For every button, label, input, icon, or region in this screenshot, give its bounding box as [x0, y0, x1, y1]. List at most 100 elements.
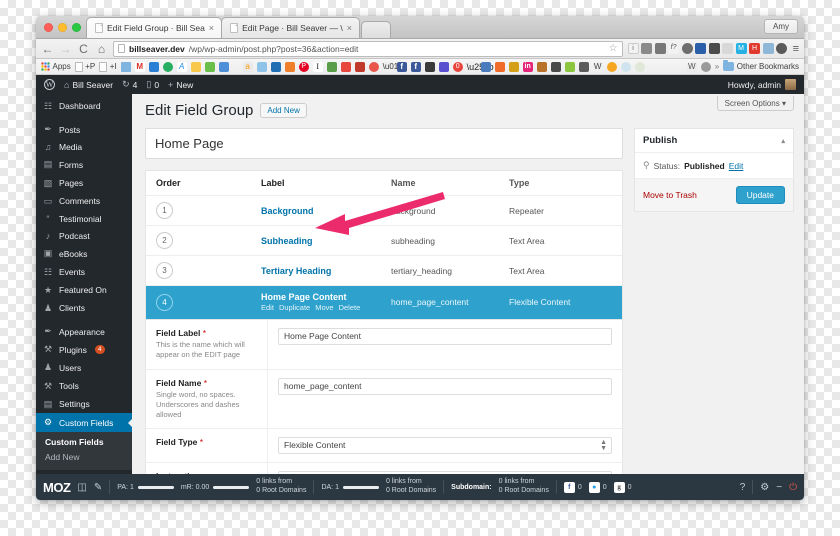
purple-heart-icon[interactable] — [438, 61, 449, 72]
folder-icon[interactable] — [120, 61, 131, 72]
browser-tab-2[interactable]: Edit Page · Bill Seaver — \ × — [221, 17, 360, 38]
googleplus-share-count[interactable]: g 0 — [613, 481, 632, 493]
github-icon[interactable]: \u25cb — [466, 61, 494, 72]
gray-dot-icon[interactable] — [700, 61, 711, 72]
bookmark-plus-p[interactable]: +P — [74, 61, 95, 72]
close-tab-icon[interactable]: × — [347, 23, 352, 33]
gray-icon[interactable] — [578, 61, 589, 72]
back-icon[interactable]: ← — [41, 43, 54, 55]
submenu-item-custom-fields[interactable]: Custom Fields — [36, 435, 132, 450]
sidebar-item-custom-fields[interactable]: ⚙ Custom Fields — [36, 413, 132, 432]
linkedin-icon[interactable]: in — [522, 61, 533, 72]
dark-red-icon[interactable] — [354, 61, 365, 72]
field-label-input[interactable]: Home Page Content — [278, 328, 612, 346]
mail-icon[interactable]: M — [735, 43, 747, 55]
grid-icon[interactable] — [722, 43, 734, 55]
updates-indicator[interactable]: ↻ 4 — [122, 79, 137, 90]
gmail-icon[interactable]: M — [134, 61, 145, 72]
row-action-delete[interactable]: Delete — [339, 303, 361, 312]
chrome-icon[interactable] — [606, 61, 617, 72]
sidebar-item-plugins[interactable]: ⚒ Plugins 4 — [36, 341, 132, 359]
instructions-textarea[interactable] — [278, 470, 612, 475]
clock-icon[interactable] — [681, 43, 693, 55]
sidebar-item-tools[interactable]: ⚒ Tools — [36, 377, 132, 395]
highlighter-icon[interactable]: ✎ — [94, 482, 102, 493]
sidebar-item-forms[interactable]: ▤ Forms — [36, 156, 132, 174]
field-group-title-input[interactable]: Home Page — [145, 128, 623, 160]
site-name-menu[interactable]: ⌂ Bill Seaver — [64, 80, 113, 90]
reload-icon[interactable]: C — [77, 43, 90, 55]
gear-icon[interactable]: ⚙ — [760, 482, 769, 493]
table-row[interactable]: 3 Tertiary Heading tertiary_heading Text… — [146, 256, 622, 287]
analytics-icon[interactable]: A — [176, 61, 187, 72]
font-icon[interactable]: f? — [668, 43, 680, 55]
buffer-icon[interactable] — [424, 61, 435, 72]
field-type-select[interactable]: Flexible Content ▲ ▼ — [278, 436, 612, 454]
window-icon[interactable] — [762, 43, 774, 55]
address-bar[interactable]: billseaver.dev/wp/wp-admin/post.php?post… — [113, 40, 623, 57]
chrome-profile-button[interactable]: Amy — [764, 19, 798, 34]
dark-icon[interactable] — [550, 61, 561, 72]
add-new-button[interactable]: Add New — [260, 103, 307, 119]
pale-green-icon[interactable] — [634, 61, 645, 72]
bird-icon[interactable] — [218, 61, 229, 72]
forward-icon[interactable]: → — [59, 43, 72, 55]
page-info-icon[interactable] — [118, 44, 125, 54]
info-icon[interactable]: i — [627, 43, 639, 55]
account-menu[interactable]: Howdy, admin — [728, 79, 796, 91]
briefcase-icon[interactable] — [536, 61, 547, 72]
field-label-link[interactable]: Tertiary Heading — [261, 266, 331, 276]
cd-icon[interactable] — [368, 61, 379, 72]
sidebar-item-testimonial[interactable]: “ Testimonial — [36, 210, 132, 227]
timer-icon[interactable] — [776, 43, 788, 55]
sidebar-item-media[interactable]: ♫ Media — [36, 139, 132, 156]
hubspot-icon[interactable]: H — [749, 43, 761, 55]
cloud-icon[interactable] — [256, 61, 267, 72]
blue-shield-icon[interactable] — [480, 61, 491, 72]
blue-doc-icon[interactable] — [270, 61, 281, 72]
submenu-item-add-new[interactable]: Add New — [36, 450, 132, 465]
field-label-link[interactable]: Home Page Content — [261, 292, 347, 302]
sidebar-item-posts[interactable]: ✒ Posts — [36, 120, 132, 138]
sidebar-item-events[interactable]: ☷ Events — [36, 263, 132, 281]
wp2-icon[interactable]: W — [686, 61, 697, 72]
maximize-window-button[interactable] — [72, 23, 81, 32]
row-action-move[interactable]: Move — [315, 303, 333, 312]
bookmark-plus-i[interactable]: +I — [99, 61, 117, 72]
light-blue-icon[interactable] — [620, 61, 631, 72]
drive-icon[interactable] — [190, 61, 201, 72]
red-shield-icon[interactable] — [340, 61, 351, 72]
kickstarter-icon[interactable] — [508, 61, 519, 72]
sidebar-item-podcast[interactable]: ♪ Podcast — [36, 228, 132, 245]
facebook-share-count[interactable]: f 0 — [563, 481, 582, 493]
calendar-icon[interactable] — [148, 61, 159, 72]
page-analysis-icon[interactable]: ◫ — [77, 482, 86, 493]
script-icon[interactable]: \u0192 — [382, 61, 407, 72]
orange-icon[interactable] — [284, 61, 295, 72]
image-icon[interactable] — [695, 43, 707, 55]
orange2-icon[interactable] — [494, 61, 505, 72]
sidebar-item-featured-on[interactable]: ★ Featured On — [36, 281, 132, 299]
other-bookmarks-folder[interactable]: Other Bookmarks — [723, 60, 799, 72]
sidebar-item-pages[interactable]: ▧ Pages — [36, 174, 132, 192]
sidebar-item-dashboard[interactable]: ☷ Dashboard — [36, 97, 132, 115]
amazon-icon[interactable]: a — [242, 61, 253, 72]
sidebar-item-users[interactable]: ♟ Users — [36, 359, 132, 377]
anchor-icon[interactable] — [654, 43, 666, 55]
table-row[interactable]: 2 Subheading subheading Text Area — [146, 226, 622, 257]
red-circle-icon[interactable]: 0 — [452, 61, 463, 72]
bookmarks-overflow-icon[interactable]: » — [715, 62, 719, 71]
sidebar-item-clients[interactable]: ♟ Clients — [36, 299, 132, 317]
new-content-menu[interactable]: + New — [168, 80, 193, 90]
field-label-link[interactable]: Background — [261, 206, 314, 216]
home-icon[interactable]: ⌂ — [95, 43, 108, 55]
pinterest-icon[interactable]: P — [298, 61, 309, 72]
row-action-duplicate[interactable]: Duplicate — [279, 303, 310, 312]
row-action-edit[interactable]: Edit — [261, 303, 274, 312]
chevron-up-icon[interactable]: ▴ — [781, 137, 785, 145]
green-dot-icon[interactable] — [162, 61, 173, 72]
bookmark-apps[interactable]: Apps — [41, 62, 71, 72]
twitter-share-count[interactable]: ● 0 — [588, 481, 607, 493]
wordpress-icon[interactable]: W — [592, 61, 603, 72]
sidebar-item-appearance[interactable]: ✒ Appearance — [36, 323, 132, 341]
